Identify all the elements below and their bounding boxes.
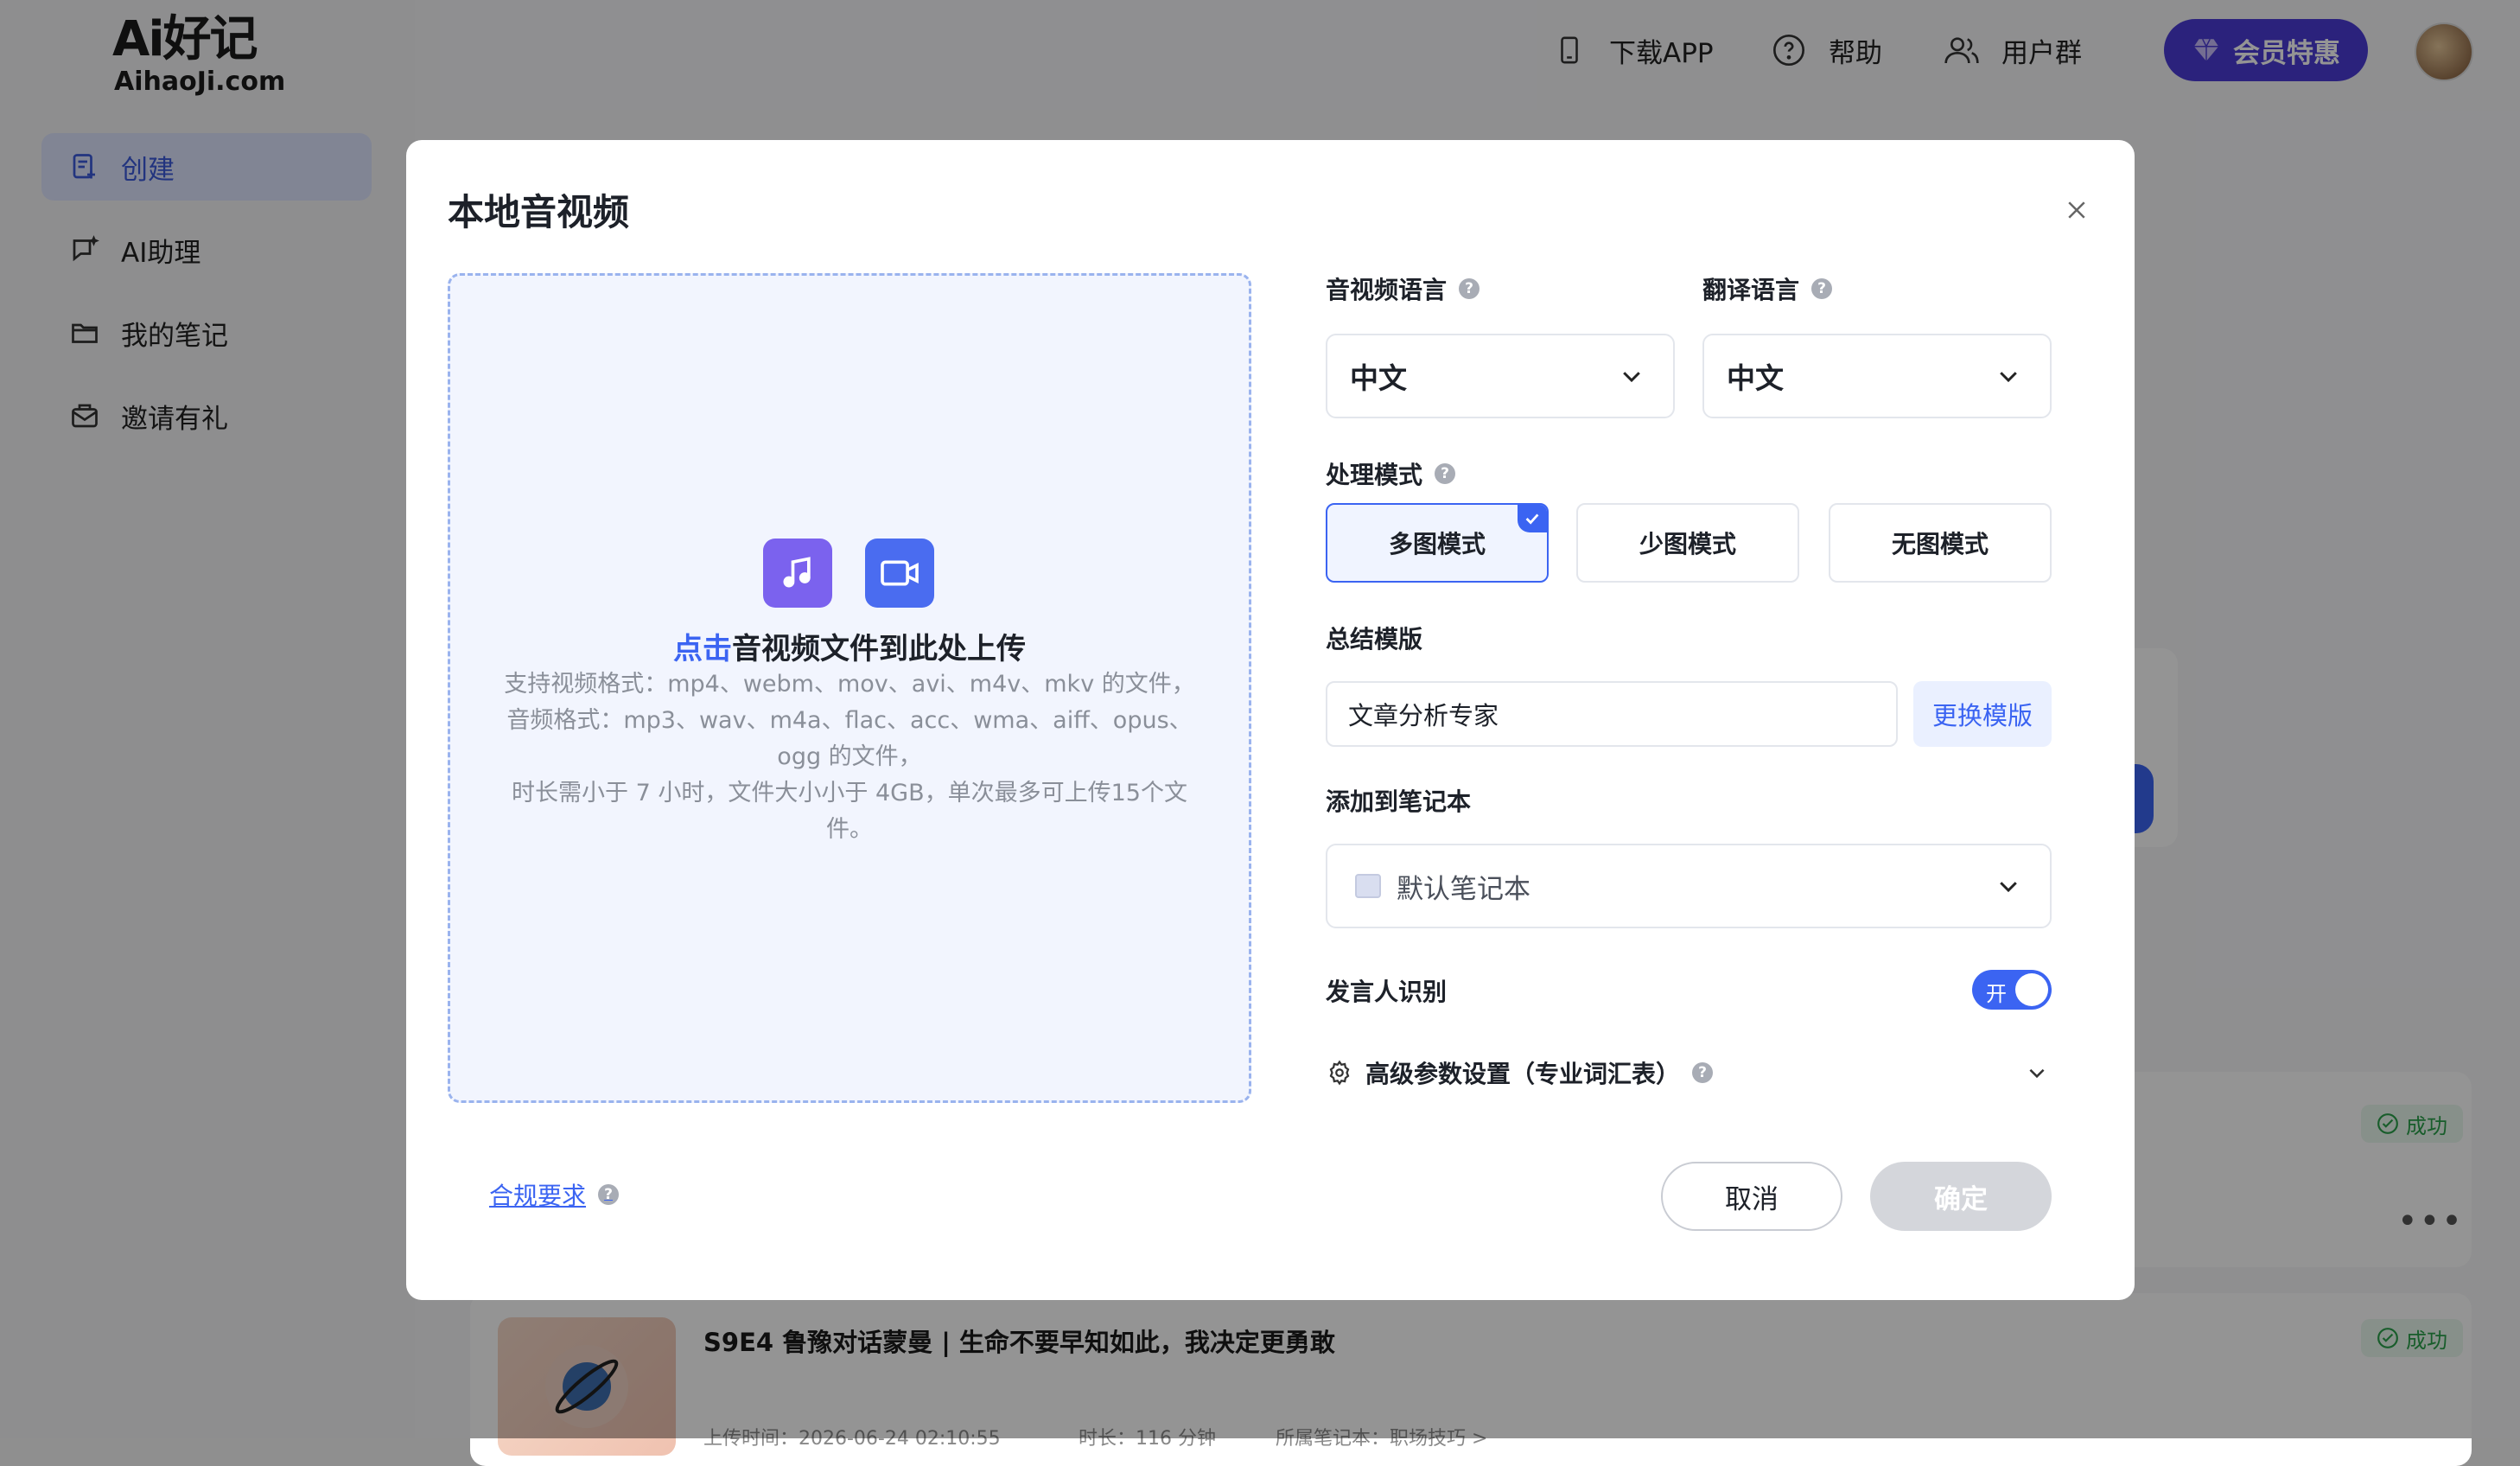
change-template-button[interactable]: 更换模版 <box>1913 681 2052 747</box>
help-icon[interactable]: ? <box>598 1184 620 1205</box>
toggle-state-text: 开 <box>1986 982 2007 1006</box>
speaker-recognition-toggle[interactable]: 开 <box>1972 970 2052 1010</box>
summary-template-field[interactable]: 文章分析专家 <box>1326 681 1898 747</box>
translate-language-label: 翻译语言 ? <box>1702 271 1833 306</box>
mode-option-few-image[interactable]: 少图模式 <box>1576 503 1799 583</box>
notebook-select[interactable]: 默认笔记本 <box>1326 844 2052 928</box>
help-icon[interactable]: ? <box>1811 278 1833 299</box>
speaker-recognition-label-text: 发言人识别 <box>1326 978 1448 1006</box>
advanced-settings-label: 高级参数设置（专业词汇表） <box>1365 1060 1681 1088</box>
toggle-knob <box>2015 973 2048 1006</box>
video-file-icon <box>865 539 934 608</box>
mode-option-label: 少图模式 <box>1639 530 1736 558</box>
speaker-recognition-label: 发言人识别 <box>1326 973 1447 1008</box>
upload-desc-line: 时长需小于 7 小时，文件大小小于 4GB，单次最多可上传15个文 <box>512 780 1187 806</box>
translate-language-value: 中文 <box>1727 361 1784 395</box>
translate-language-label-text: 翻译语言 <box>1702 276 1800 304</box>
help-icon[interactable]: ? <box>1692 1062 1714 1083</box>
chevron-down-icon <box>1993 870 2024 902</box>
upload-desc-line: 支持视频格式：mp4、webm、mov、avi、m4v、mkv 的文件， <box>504 671 1195 698</box>
close-icon <box>2068 201 2085 219</box>
gear-icon <box>1326 1059 1353 1087</box>
upload-dropzone[interactable]: 点击音视频文件到此处上传 支持视频格式：mp4、webm、mov、avi、m4v… <box>448 273 1251 1103</box>
upload-title: 点击音视频文件到此处上传 <box>450 625 1249 667</box>
chevron-down-icon <box>1616 360 1647 392</box>
chevron-down-icon <box>1993 360 2024 392</box>
audio-language-select[interactable]: 中文 <box>1326 334 1675 418</box>
process-mode-label-text: 处理模式 <box>1326 461 1423 489</box>
click-upload-link[interactable]: 点击 <box>673 632 732 666</box>
close-button[interactable] <box>2057 190 2097 230</box>
cancel-button[interactable]: 取消 <box>1661 1162 1842 1231</box>
audio-language-label: 音视频语言 ? <box>1326 271 1480 306</box>
summary-template-label-text: 总结模版 <box>1326 625 1423 653</box>
help-icon[interactable]: ? <box>1459 278 1480 299</box>
mode-option-label: 多图模式 <box>1388 530 1486 558</box>
notebook-value: 默认笔记本 <box>1397 873 1530 905</box>
audio-language-value: 中文 <box>1350 361 1407 395</box>
advanced-settings-row[interactable]: 高级参数设置（专业词汇表） ? <box>1326 1049 2052 1096</box>
upload-description: 支持视频格式：mp4、webm、mov、avi、m4v、mkv 的文件， 音频格… <box>502 666 1197 848</box>
summary-template-label: 总结模版 <box>1326 621 1422 655</box>
selected-check-icon <box>1518 505 1547 532</box>
mode-option-label: 无图模式 <box>1891 530 1989 558</box>
dialog-title: 本地音视频 <box>448 191 630 233</box>
mode-option-no-image[interactable]: 无图模式 <box>1829 503 2052 583</box>
confirm-button[interactable]: 确定 <box>1870 1162 2052 1231</box>
notebook-label: 添加到笔记本 <box>1326 783 1471 818</box>
summary-template-value: 文章分析专家 <box>1348 701 1499 730</box>
notebook-icon <box>1355 874 1381 898</box>
process-mode-label: 处理模式 ? <box>1326 456 1456 491</box>
chevron-down-icon <box>2022 1058 2052 1087</box>
compliance-link[interactable]: 合规要求 ? <box>489 1177 620 1212</box>
local-media-dialog: 本地音视频 点击音视频文件到此处上传 支持视频格式：mp4、webm、mov、a… <box>406 140 2135 1300</box>
help-icon[interactable]: ? <box>1435 463 1456 484</box>
upload-desc-line: 音频格式：mp3、wav、m4a、flac、acc、wma、aiff、opus、 <box>506 707 1193 734</box>
upload-desc-line: ogg 的文件， <box>777 743 922 770</box>
audio-file-icon <box>763 539 832 608</box>
audio-language-label-text: 音视频语言 <box>1326 276 1448 304</box>
notebook-label-text: 添加到笔记本 <box>1326 787 1472 816</box>
mode-option-multi-image[interactable]: 多图模式 <box>1326 503 1549 583</box>
upload-desc-line: 件。 <box>826 816 873 843</box>
upload-title-text: 音视频文件到此处上传 <box>732 632 1026 666</box>
translate-language-select[interactable]: 中文 <box>1702 334 2052 418</box>
compliance-label[interactable]: 合规要求 <box>489 1177 586 1212</box>
